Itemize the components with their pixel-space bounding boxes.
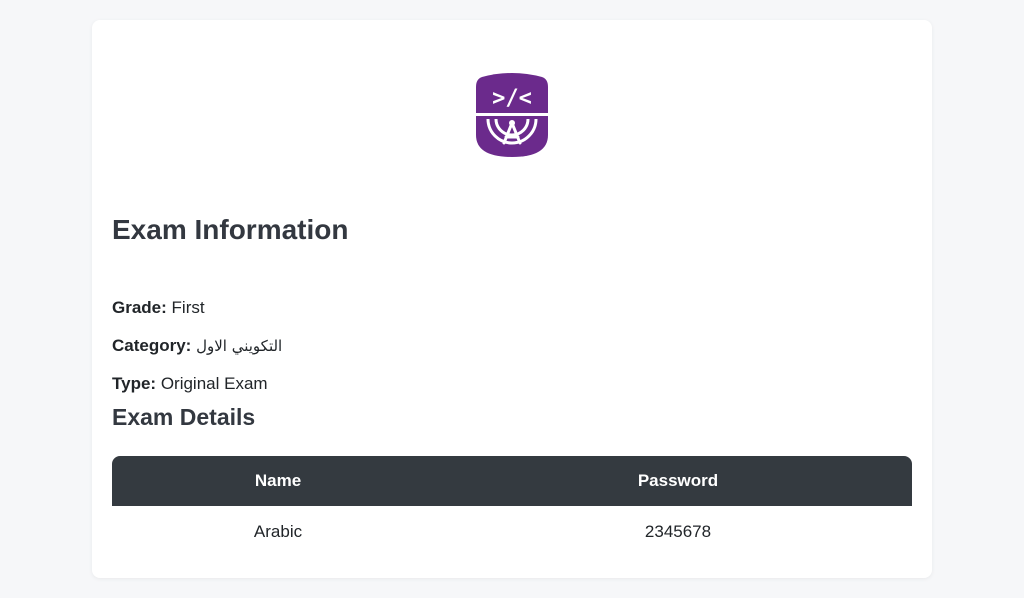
grade-value: First xyxy=(171,298,205,317)
grade-line: Grade: First xyxy=(112,298,205,318)
code-shield-logo-icon: >/< xyxy=(474,73,550,157)
column-header-password: Password xyxy=(444,456,912,506)
table-row: Arabic 2345678 xyxy=(112,506,912,558)
exam-card: >/< Exam Information Grade: First Catego… xyxy=(92,20,932,578)
column-header-name: Name xyxy=(112,456,444,506)
cell-password: 2345678 xyxy=(644,522,712,541)
category-line: Category: التكويني الاول xyxy=(112,336,282,356)
svg-text:>/<: >/< xyxy=(492,86,532,111)
exam-details-title: Exam Details xyxy=(112,404,256,430)
category-label: Category: xyxy=(112,336,192,355)
table-header-row: Name Password xyxy=(112,456,912,506)
exam-information-title: Exam Information xyxy=(112,214,349,245)
grade-label: Grade: xyxy=(112,298,167,317)
type-label: Type: xyxy=(112,374,157,393)
exam-details-table: Name Password Arabic 2345678 xyxy=(112,456,912,558)
type-value: Original Exam xyxy=(160,374,268,393)
cell-name: Arabic xyxy=(253,522,303,541)
exam-details-table-wrap: Name Password Arabic 2345678 xyxy=(112,456,912,558)
type-line: Type: Original Exam xyxy=(112,374,268,394)
category-value: التكويني الاول xyxy=(196,337,283,355)
